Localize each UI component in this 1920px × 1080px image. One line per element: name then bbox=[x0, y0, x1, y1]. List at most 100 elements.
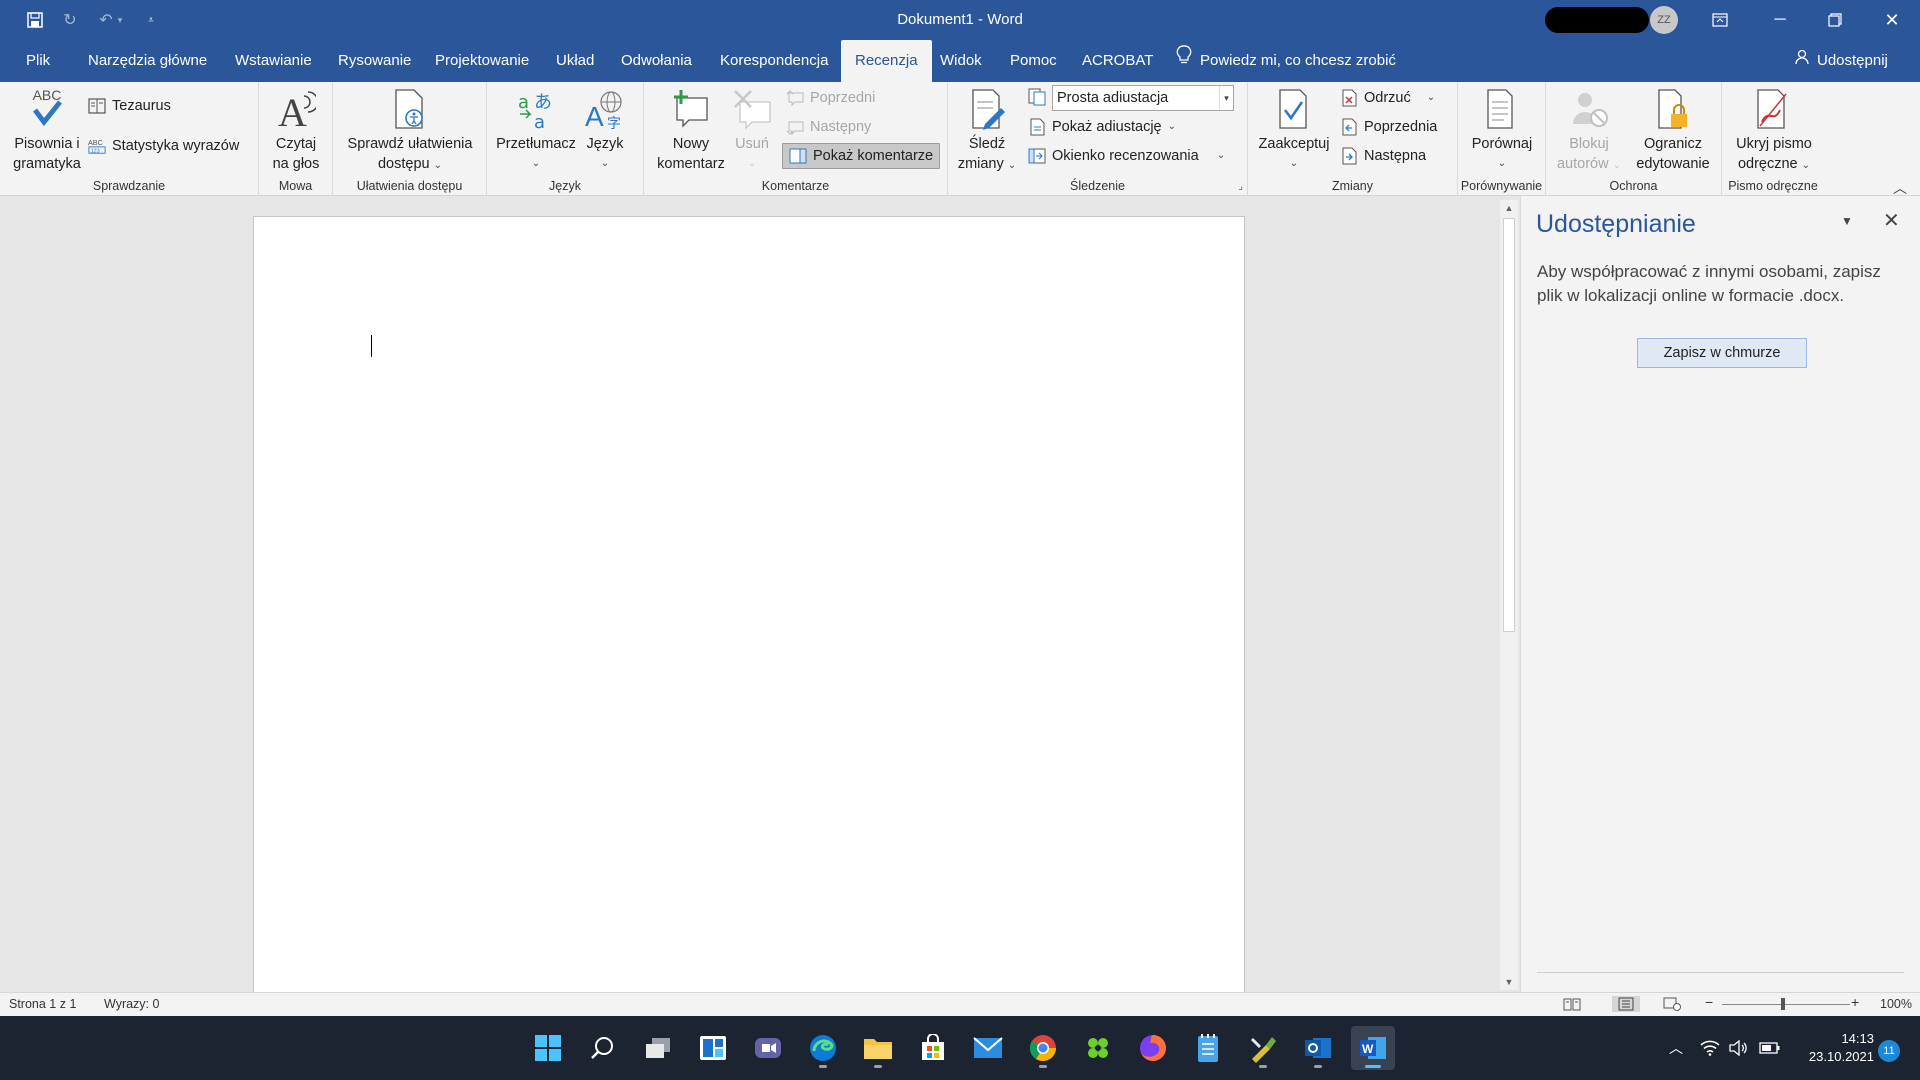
word-count-button[interactable]: ABC 123 Statystyka wyrazów bbox=[88, 134, 239, 158]
tab-layout[interactable]: Układ bbox=[542, 40, 608, 82]
close-icon[interactable]: ✕ bbox=[1862, 0, 1920, 40]
clock-time: 14:13 bbox=[1841, 1031, 1874, 1046]
tab-references[interactable]: Odwołania bbox=[607, 40, 706, 82]
start-windows-icon[interactable] bbox=[526, 1026, 570, 1070]
new-comment-button[interactable]: Nowy komentarz bbox=[654, 86, 728, 174]
document-page[interactable] bbox=[253, 216, 1245, 1006]
share-button[interactable]: Udostępnij bbox=[1795, 40, 1888, 82]
read-aloud-button[interactable]: A Czytaj na głos bbox=[263, 86, 329, 174]
show-markup-label: Pokaż adiustację bbox=[1052, 119, 1162, 135]
tab-view[interactable]: Widok bbox=[926, 40, 996, 82]
tab-review[interactable]: Recenzja bbox=[841, 40, 932, 82]
text-cursor bbox=[371, 335, 372, 357]
zoom-slider-thumb[interactable] bbox=[1781, 998, 1785, 1010]
tab-home[interactable]: Narzędzia główne bbox=[74, 40, 221, 82]
zoom-slider-track[interactable] bbox=[1722, 1004, 1850, 1005]
thesaurus-button[interactable]: Tezaurus bbox=[88, 94, 171, 118]
track-changes-button[interactable]: Śledź zmiany ⌄ bbox=[956, 86, 1018, 176]
scroll-down-icon[interactable]: ▼ bbox=[1500, 974, 1518, 990]
svg-text:a: a bbox=[518, 92, 529, 113]
tab-mailings[interactable]: Korespondencja bbox=[706, 40, 842, 82]
group-language: aあa Przetłumacz ⌄ A字 Język ⌄ Język bbox=[487, 82, 644, 196]
outlook-icon[interactable] bbox=[1296, 1026, 1340, 1070]
firefox-browser-icon[interactable] bbox=[1131, 1026, 1175, 1070]
delete-comment-button[interactable]: Usuń ⌄ bbox=[730, 86, 774, 174]
clock[interactable]: 14:13 23.10.2021 bbox=[1790, 1030, 1874, 1066]
scroll-up-icon[interactable]: ▲ bbox=[1500, 200, 1518, 216]
next-change-button[interactable]: Następna bbox=[1340, 144, 1426, 168]
ribbon-display-options-icon[interactable] bbox=[1690, 0, 1750, 40]
task-view-icon[interactable] bbox=[636, 1026, 680, 1070]
word-counter[interactable]: Wyrazy: 0 bbox=[104, 997, 159, 1011]
check-accessibility-button[interactable]: Sprawdź ułatwienia dostępu ⌄ bbox=[335, 86, 485, 176]
markup-display-dropdown[interactable]: Prosta adiustacja ▾ bbox=[1052, 85, 1234, 111]
block-authors-button[interactable]: Blokuj autorów ⌄ bbox=[1552, 86, 1626, 176]
lightbulb-icon bbox=[1176, 40, 1192, 82]
battery-icon[interactable] bbox=[1758, 1036, 1782, 1060]
group-ink: Ukryj pismo odręczne ⌄ Pismo odręczne bbox=[1722, 82, 1824, 196]
tab-design[interactable]: Projektowanie bbox=[421, 40, 543, 82]
show-hidden-icons-chevron-icon[interactable]: ︿ bbox=[1664, 1036, 1688, 1060]
microsoft-store-icon[interactable] bbox=[911, 1026, 955, 1070]
page-counter[interactable]: Strona 1 z 1 bbox=[9, 997, 76, 1011]
restore-icon[interactable] bbox=[1805, 0, 1865, 40]
pane-close-icon[interactable]: ✕ bbox=[1883, 208, 1900, 233]
translate-button[interactable]: aあa Przetłumacz ⌄ bbox=[495, 86, 577, 174]
previous-change-button[interactable]: Poprzednia bbox=[1340, 115, 1437, 139]
spelling-grammar-button[interactable]: ABC Pisownia i gramatyka bbox=[8, 86, 86, 174]
edge-browser-icon[interactable] bbox=[801, 1026, 845, 1070]
zoom-out-button[interactable]: − bbox=[1705, 994, 1713, 1010]
print-layout-icon[interactable] bbox=[1612, 996, 1640, 1012]
word-app-icon[interactable]: W bbox=[1351, 1026, 1395, 1070]
avatar[interactable]: ZZ bbox=[1650, 6, 1678, 34]
collapse-ribbon-icon[interactable]: ︿ bbox=[1893, 178, 1907, 198]
file-explorer-icon[interactable] bbox=[856, 1026, 900, 1070]
tools-app-icon[interactable] bbox=[1241, 1026, 1285, 1070]
reviewing-pane-button[interactable]: Okienko recenzowania ⌄ bbox=[1028, 144, 1225, 168]
tab-help[interactable]: Pomoc bbox=[996, 40, 1071, 82]
show-markup-button[interactable]: Pokaż adiustację ⌄ bbox=[1028, 115, 1176, 139]
pane-options-icon[interactable]: ▼ bbox=[1841, 214, 1853, 228]
share-label: Udostępnij bbox=[1817, 52, 1888, 69]
tab-acrobat[interactable]: ACROBAT bbox=[1068, 40, 1167, 82]
tracking-options-launcher-icon[interactable]: ⌟ bbox=[1238, 181, 1243, 192]
zoom-in-button[interactable]: + bbox=[1851, 994, 1859, 1010]
language-button[interactable]: A字 Język ⌄ bbox=[579, 86, 631, 174]
notepad-icon[interactable] bbox=[1186, 1026, 1230, 1070]
tell-me-search[interactable]: Powiedz mi, co chcesz zrobić bbox=[1176, 40, 1396, 82]
word-count-label: Statystyka wyrazów bbox=[112, 138, 240, 154]
save-to-cloud-button[interactable]: Zapisz w chmurze bbox=[1637, 338, 1807, 368]
vertical-scrollbar[interactable]: ▲ ▼ bbox=[1500, 200, 1518, 990]
tab-file[interactable]: Plik bbox=[12, 40, 64, 82]
search-icon[interactable] bbox=[581, 1026, 625, 1070]
tab-insert[interactable]: Wstawianie bbox=[221, 40, 326, 82]
wifi-icon[interactable] bbox=[1698, 1036, 1722, 1060]
zoom-level[interactable]: 100% bbox=[1880, 997, 1912, 1011]
hide-ink-button[interactable]: Ukryj pismo odręczne ⌄ bbox=[1726, 86, 1822, 176]
read-mode-icon[interactable] bbox=[1562, 996, 1582, 1012]
svg-text:123: 123 bbox=[91, 148, 100, 154]
group-compare-label: Porównywanie bbox=[1460, 179, 1543, 193]
minimize-icon[interactable]: ─ bbox=[1750, 0, 1810, 40]
reject-button[interactable]: Odrzuć ⌄ bbox=[1340, 86, 1435, 110]
next-comment-button[interactable]: Następny bbox=[786, 115, 871, 139]
volume-icon[interactable] bbox=[1726, 1036, 1750, 1060]
widgets-icon[interactable] bbox=[691, 1026, 735, 1070]
mail-icon[interactable] bbox=[966, 1026, 1010, 1070]
scrollbar-thumb[interactable] bbox=[1503, 218, 1515, 632]
compare-button[interactable]: Porównaj ⌄ bbox=[1462, 86, 1542, 174]
tab-draw[interactable]: Rysowanie bbox=[324, 40, 425, 82]
tell-me-text: Powiedz mi, co chcesz zrobić bbox=[1200, 52, 1396, 69]
previous-comment-button[interactable]: Poprzedni bbox=[786, 86, 875, 110]
teams-chat-icon[interactable] bbox=[746, 1026, 790, 1070]
web-layout-icon[interactable] bbox=[1662, 996, 1682, 1012]
account-name-redacted[interactable] bbox=[1545, 7, 1649, 33]
show-comments-button[interactable]: Pokaż komentarze bbox=[782, 143, 941, 169]
notification-badge[interactable]: 11 bbox=[1878, 1040, 1900, 1062]
compare-icon bbox=[1462, 86, 1542, 130]
accept-button[interactable]: Zaakceptuj ⌄ bbox=[1256, 86, 1332, 174]
chrome-browser-icon[interactable] bbox=[1021, 1026, 1065, 1070]
previous-comment-icon bbox=[786, 89, 804, 107]
clover-app-icon[interactable] bbox=[1076, 1026, 1120, 1070]
restrict-editing-button[interactable]: Ogranicz edytowanie bbox=[1628, 86, 1718, 174]
